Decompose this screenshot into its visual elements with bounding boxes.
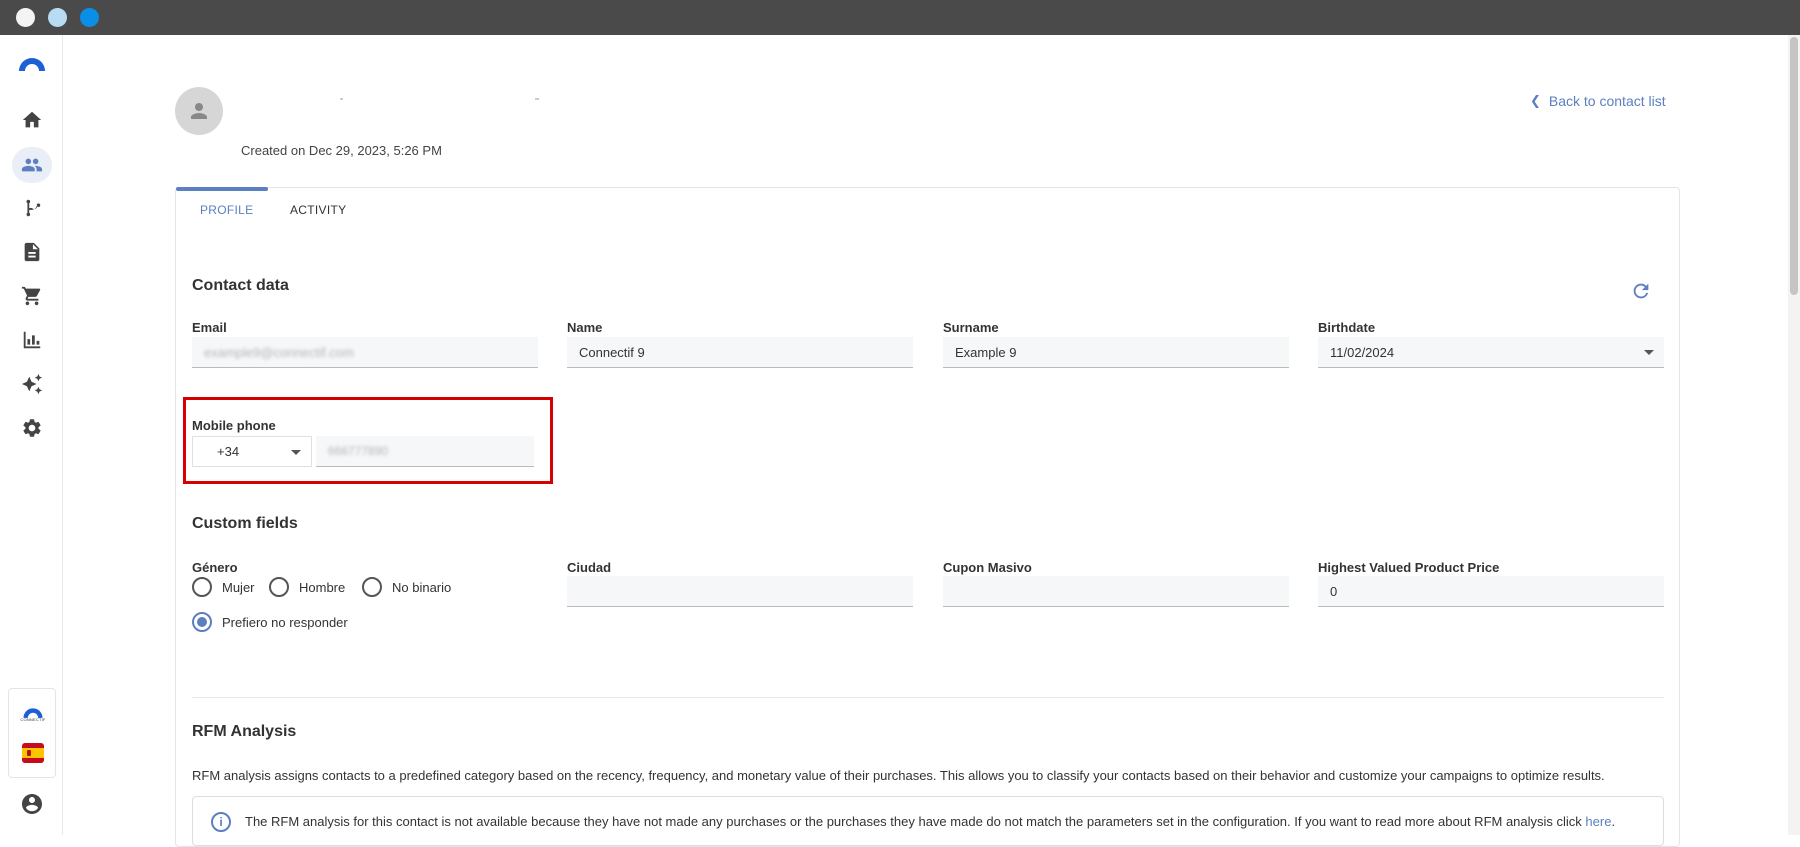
- refresh-icon[interactable]: [1630, 280, 1652, 302]
- radio-label: No binario: [392, 579, 452, 595]
- highest-valued-field[interactable]: 0: [1318, 576, 1664, 607]
- sidebar-item-workflows[interactable]: [12, 190, 52, 226]
- sidebar-item-store[interactable]: [12, 278, 52, 314]
- window-close-button[interactable]: [16, 8, 35, 27]
- surname-value: Example 9: [955, 345, 1017, 360]
- radio-button[interactable]: [269, 577, 289, 597]
- phone-number-value: 666777890: [328, 444, 389, 458]
- mobile-phone-label: Mobile phone: [192, 418, 276, 433]
- rfm-info-message: The RFM analysis for this contact is not…: [245, 814, 1586, 829]
- radio-label: Prefiero no responder: [222, 614, 348, 630]
- rfm-here-link[interactable]: here: [1585, 814, 1611, 829]
- window-maximize-button[interactable]: [80, 8, 99, 27]
- document-icon: [24, 242, 40, 262]
- account-circle-icon[interactable]: [20, 792, 44, 816]
- radio-prefiero-no-responder[interactable]: Prefiero no responder: [192, 612, 348, 632]
- surname-label: Surname: [943, 320, 999, 335]
- phone-number-field[interactable]: 666777890: [316, 436, 534, 467]
- spain-flag-icon[interactable]: [22, 743, 44, 763]
- person-icon: [191, 103, 207, 119]
- radio-label: Hombre: [299, 579, 346, 595]
- email-label: Email: [192, 320, 227, 335]
- tab-activity[interactable]: ACTIVITY: [290, 203, 346, 217]
- ciudad-label: Ciudad: [567, 560, 612, 575]
- back-link-label: Back to contact list: [1548, 93, 1666, 109]
- chevron-down-icon: [1644, 350, 1654, 355]
- surname-field[interactable]: Example 9: [943, 337, 1289, 368]
- tab-profile[interactable]: PROFILE: [200, 203, 253, 217]
- sidebar: CONNECTIF: [0, 35, 63, 835]
- sidebar-item-home[interactable]: [12, 102, 52, 138]
- home-icon: [22, 111, 42, 128]
- email-value: example9@connectif.com: [204, 345, 354, 360]
- sidebar-item-content[interactable]: [12, 234, 52, 270]
- contact-data-title: Contact data: [192, 277, 289, 294]
- contacts-icon: [21, 158, 43, 172]
- chevron-left-icon: ❮: [1530, 93, 1541, 108]
- radio-button-checked[interactable]: [192, 612, 212, 632]
- phone-prefix-value: +34: [217, 444, 240, 459]
- chart-icon: [23, 331, 41, 349]
- vertical-scrollbar[interactable]: [1788, 35, 1800, 835]
- back-to-contact-list-link[interactable]: ❮ Back to contact list: [1530, 93, 1666, 109]
- window-titlebar: [0, 0, 1800, 35]
- radio-mujer[interactable]: Mujer: [192, 577, 255, 597]
- window-minimize-button[interactable]: [48, 8, 67, 27]
- connectif-logo-icon[interactable]: [17, 55, 47, 71]
- radio-no-binario[interactable]: No binario: [362, 577, 451, 597]
- contact-avatar: [175, 87, 223, 135]
- name-value: Connectif 9: [579, 345, 645, 360]
- contact-card: [175, 187, 1680, 847]
- scrollbar-thumb[interactable]: [1790, 37, 1798, 295]
- contact-name-redacted: [240, 90, 540, 104]
- sidebar-item-reports[interactable]: [12, 322, 52, 358]
- chevron-down-icon: [291, 450, 301, 455]
- cupon-masivo-label: Cupon Masivo: [943, 560, 1032, 575]
- sidebar-item-settings[interactable]: [12, 410, 52, 446]
- account-switcher[interactable]: CONNECTIF: [8, 688, 56, 778]
- name-field[interactable]: Connectif 9: [567, 337, 913, 368]
- custom-fields-title: Custom fields: [192, 515, 298, 532]
- info-icon: i: [211, 812, 231, 832]
- birthdate-value: 11/02/2024: [1330, 345, 1395, 360]
- radio-button[interactable]: [192, 577, 212, 597]
- highest-valued-value: 0: [1330, 584, 1338, 599]
- rfm-info-text: The RFM analysis for this contact is not…: [245, 814, 1615, 829]
- sidebar-item-contacts[interactable]: [12, 147, 52, 183]
- email-field[interactable]: example9@connectif.com: [192, 337, 538, 368]
- cupon-masivo-field[interactable]: [943, 576, 1289, 607]
- sparkle-icon: [21, 373, 43, 395]
- rfm-description: RFM analysis assigns contacts to a prede…: [192, 768, 1605, 783]
- phone-prefix-select[interactable]: +34: [192, 436, 312, 467]
- birthdate-picker[interactable]: 11/02/2024: [1318, 337, 1664, 368]
- rfm-info-end: .: [1611, 814, 1616, 829]
- gear-icon: [23, 419, 41, 437]
- cart-icon: [21, 286, 41, 306]
- genero-label: Género: [192, 560, 238, 575]
- ciudad-field[interactable]: [567, 576, 913, 607]
- birthdate-label: Birthdate: [1318, 320, 1376, 335]
- sidebar-item-ai[interactable]: [12, 366, 52, 402]
- highest-valued-label: Highest Valued Product Price: [1318, 560, 1500, 575]
- section-divider: [192, 697, 1664, 698]
- active-tab-indicator: [176, 187, 268, 191]
- rfm-title: RFM Analysis: [192, 723, 297, 740]
- brand-mini-text: CONNECTIF: [20, 717, 46, 722]
- radio-button[interactable]: [362, 577, 382, 597]
- name-label: Name: [567, 320, 603, 335]
- radio-hombre[interactable]: Hombre: [269, 577, 345, 597]
- created-date: Created on Dec 29, 2023, 5:26 PM: [241, 143, 442, 158]
- rfm-info-box: i The RFM analysis for this contact is n…: [192, 796, 1664, 846]
- workflow-icon: [26, 199, 41, 217]
- radio-label: Mujer: [222, 579, 255, 595]
